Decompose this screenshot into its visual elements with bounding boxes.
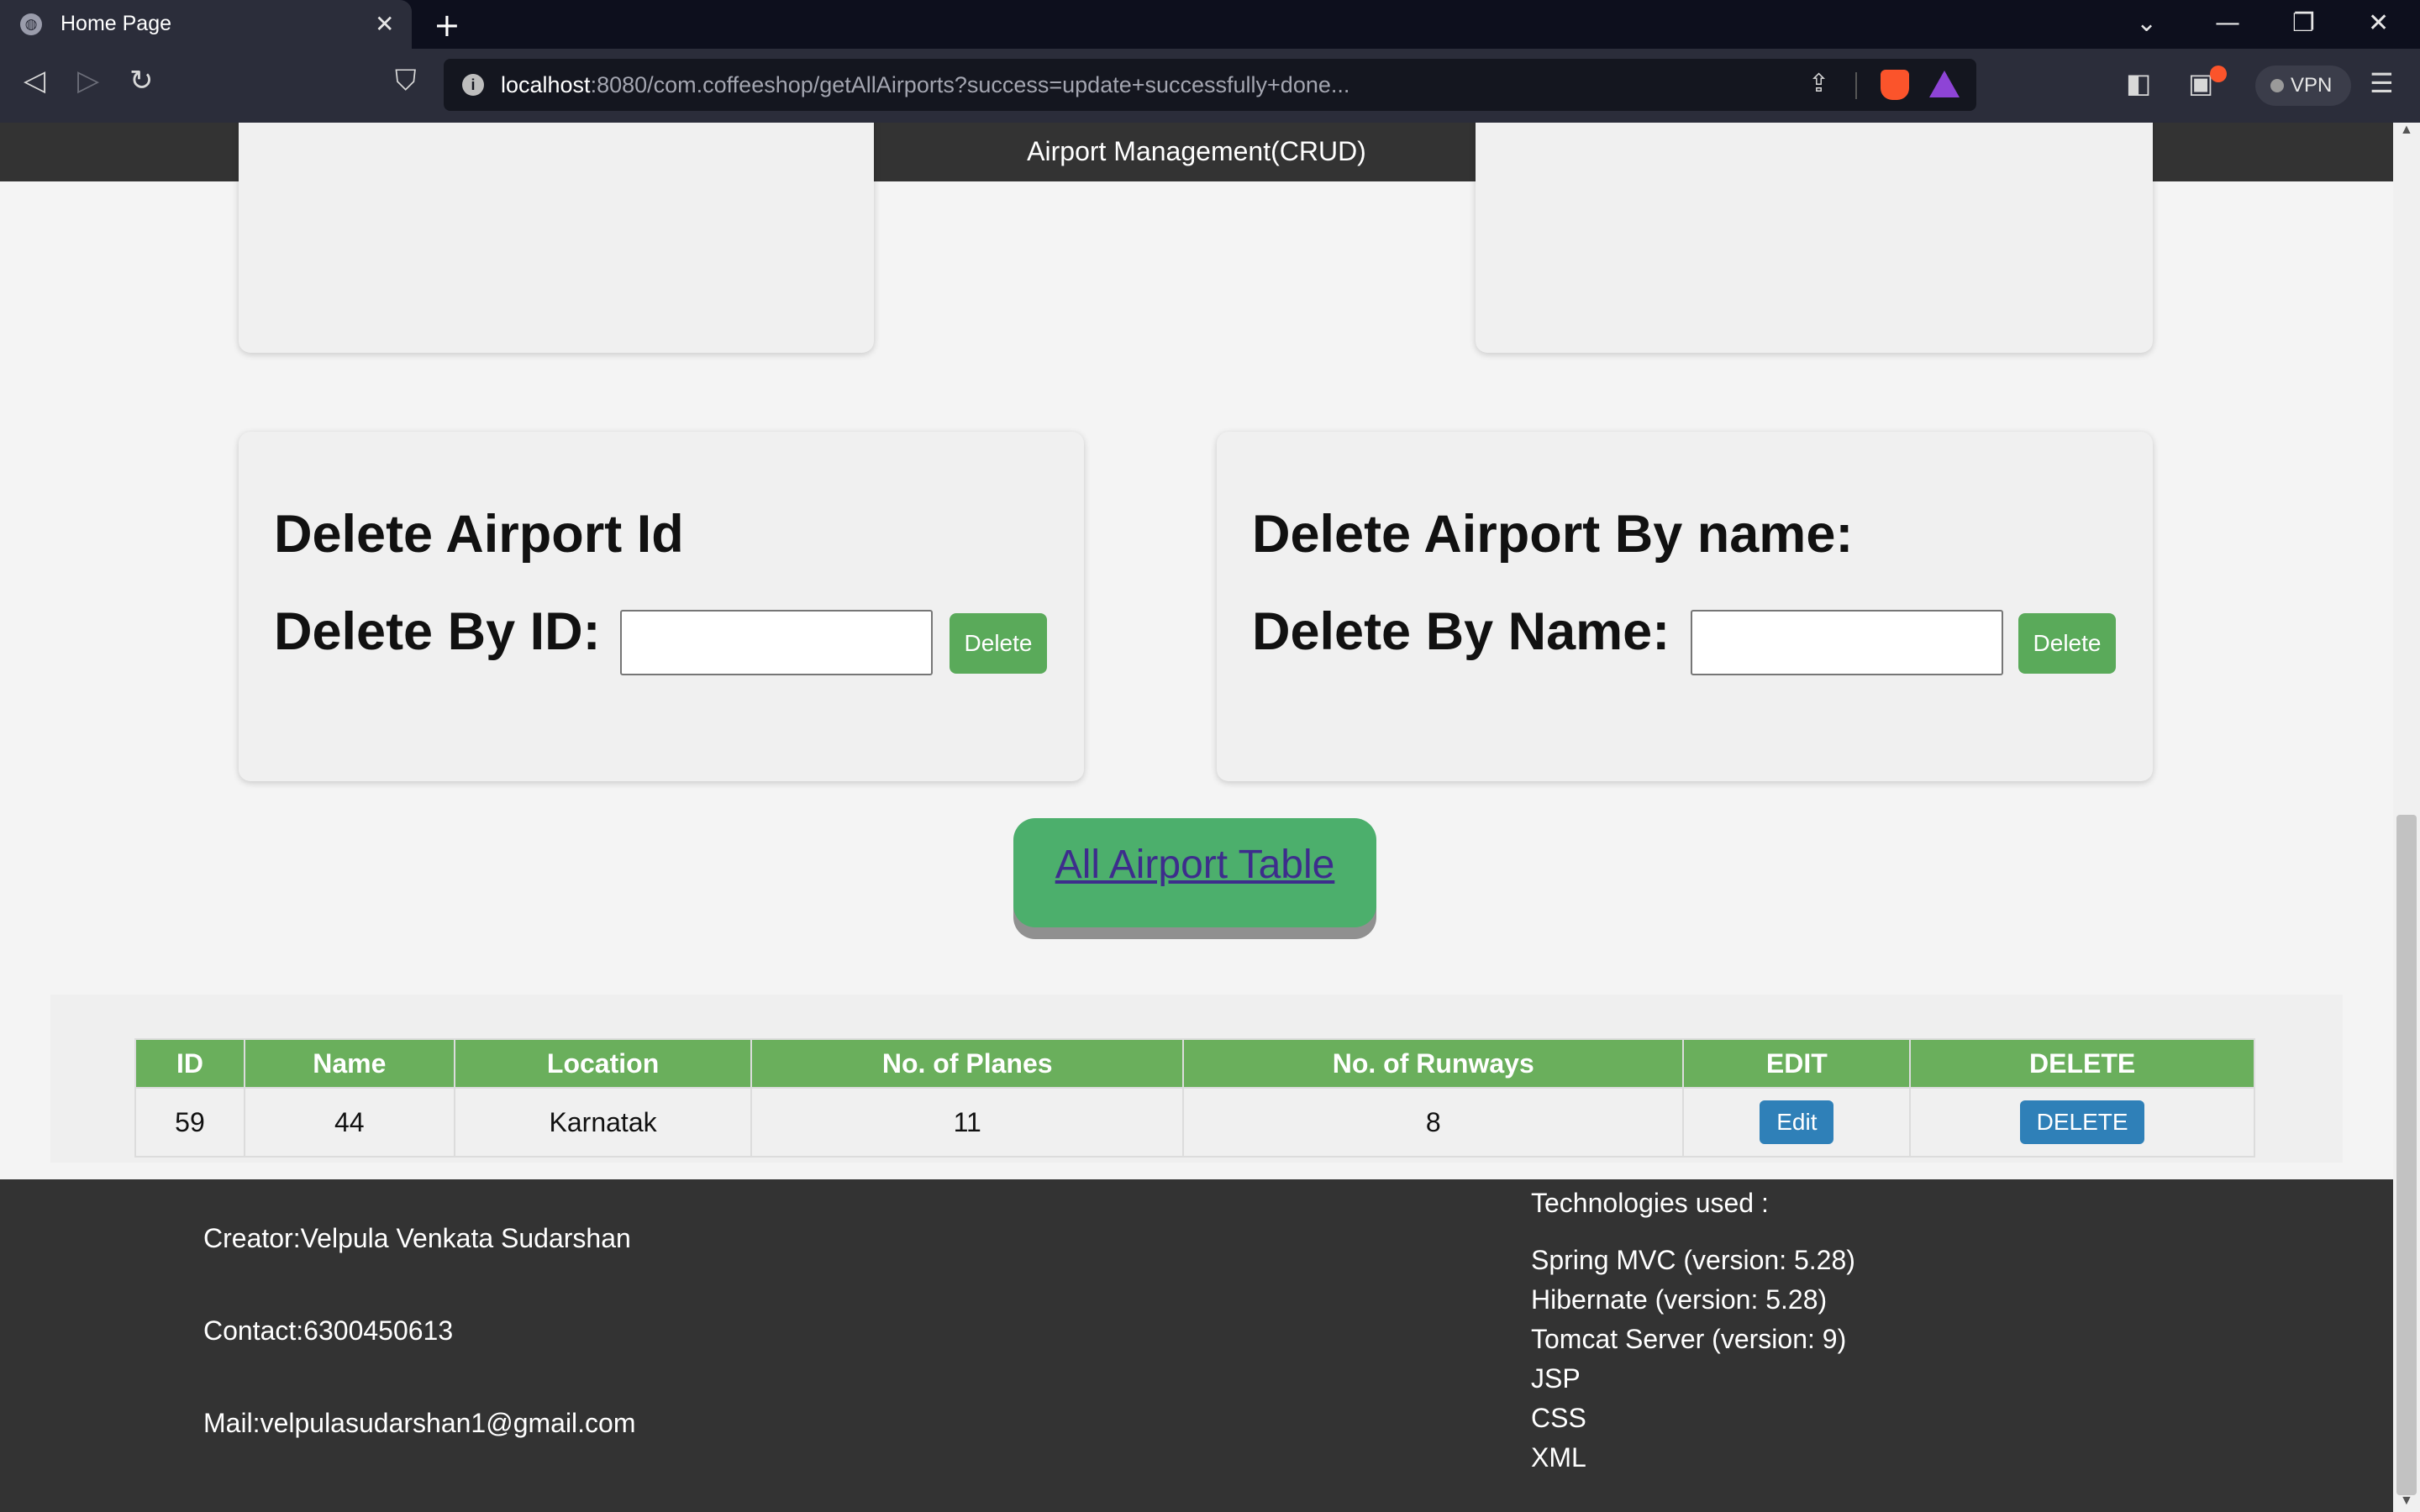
cell-location: Karnatak [453,1087,753,1158]
column-header-name: Name [243,1038,455,1089]
tab-list-chevron-icon[interactable]: ⌄ [2136,8,2157,38]
page-scrollbar[interactable]: ▲ ▼ [2393,123,2420,1512]
brave-shields-icon[interactable] [1881,70,1909,100]
globe-icon: ◍ [20,13,42,35]
footer-contact: Contact:6300450613 [203,1315,454,1346]
scrollbar-thumb[interactable] [2396,815,2417,1495]
share-icon[interactable]: ⇪ [1808,69,1829,98]
all-airport-table-link[interactable]: All Airport Table [1013,818,1376,927]
table-header-row: ID Name Location No. of Planes No. of Ru… [134,1038,2255,1089]
delete-by-name-heading: Delete Airport By name: [1252,505,1854,564]
brave-rewards-icon[interactable] [1929,71,1960,97]
table-row: 59 44 Karnatak 11 8 Edit DELETE [134,1087,2255,1158]
vpn-status-dot [2270,79,2284,92]
delete-row-button[interactable]: DELETE [2020,1100,2145,1144]
column-header-edit: EDIT [1682,1038,1912,1089]
bookmark-icon[interactable]: ⛉ [395,64,417,97]
delete-by-id-button[interactable]: Delete [950,613,1047,674]
notification-dot [2210,66,2227,82]
toolbar-separator [1855,72,1857,99]
footer-tech-item: Tomcat Server (version: 9) [1531,1324,1847,1354]
airport-table-container: ID Name Location No. of Planes No. of Ru… [50,995,2343,1163]
site-info-icon[interactable]: i [462,74,484,96]
delete-id-input[interactable] [620,610,933,675]
footer-mail: Mail:velpulasudarshan1@gmail.com [203,1408,636,1438]
delete-by-id-label: Delete By ID: [274,602,601,661]
forward-icon[interactable]: ▷ [77,64,99,97]
footer-tech-item: XML [1531,1442,1586,1473]
column-header-runways: No. of Runways [1181,1038,1685,1089]
footer-tech-item: Spring MVC (version: 5.28) [1531,1245,1855,1275]
delete-by-id-heading: Delete Airport Id [274,505,684,564]
cell-edit: Edit [1682,1087,1912,1158]
delete-name-input[interactable] [1691,610,2003,675]
url-path: :8080/com.coffeeshop/getAllAirports?succ… [590,72,1350,97]
menu-icon[interactable]: ☰ [2370,67,2394,99]
column-header-id: ID [134,1038,245,1089]
vpn-label: VPN [2291,74,2333,97]
cell-id: 59 [134,1087,245,1158]
delete-by-name-label: Delete By Name: [1252,602,1670,661]
vpn-button[interactable]: VPN [2255,66,2351,106]
browser-toolbar: ◁ ▷ ↻ ⛉ i localhost:8080/com.coffeeshop/… [0,49,2420,123]
footer-tech-item: Hibernate (version: 5.28) [1531,1284,1828,1315]
url-host: localhost [501,72,591,97]
airport-table: ID Name Location No. of Planes No. of Ru… [134,1038,2255,1158]
sidebar-icon[interactable]: ◧ [2126,67,2151,99]
footer-tech-heading: Technologies used : [1531,1188,1769,1218]
cell-runways: 8 [1181,1087,1685,1158]
tab-close-icon[interactable]: ✕ [375,10,394,38]
footer-creator: Creator:Velpula Venkata Sudarshan [203,1223,631,1253]
page-footer: Creator:Velpula Venkata Sudarshan Contac… [0,1179,2393,1512]
minimize-icon[interactable]: — [2215,8,2240,38]
column-header-location: Location [453,1038,753,1089]
new-tab-button[interactable]: + [434,7,460,44]
address-bar[interactable]: i localhost:8080/com.coffeeshop/getAllAi… [444,59,1976,111]
delete-by-id-card: Delete Airport Id Delete By ID: Delete [239,432,1084,781]
browser-tab-bar: ◍ Home Page ✕ + ⌄ — ❐ ✕ [0,0,2420,49]
column-header-delete: DELETE [1909,1038,2255,1089]
footer-tech-item: CSS [1531,1403,1586,1433]
page-viewport: Airport Management(CRUD) Delete Airport … [0,123,2393,1512]
back-icon[interactable]: ◁ [24,64,45,97]
edit-button[interactable]: Edit [1760,1100,1834,1144]
column-header-planes: No. of Planes [750,1038,1184,1089]
restore-icon[interactable]: ❐ [2292,8,2315,38]
url-text[interactable]: localhost:8080/com.coffeeshop/getAllAirp… [501,72,1349,98]
delete-by-name-card: Delete Airport By name: Delete By Name: … [1217,432,2153,781]
window-close-icon[interactable]: ✕ [2368,8,2389,38]
cell-delete: DELETE [1909,1087,2255,1158]
tab-title: Home Page [60,12,172,35]
upper-left-card [239,123,874,353]
reload-icon[interactable]: ↻ [129,64,154,97]
browser-tab[interactable]: ◍ Home Page ✕ [0,0,412,49]
cell-name: 44 [243,1087,455,1158]
scroll-down-icon[interactable]: ▼ [2400,1494,2413,1509]
upper-right-card [1476,123,2153,353]
footer-tech-item: JSP [1531,1363,1581,1394]
scroll-up-icon[interactable]: ▲ [2400,123,2413,138]
delete-by-name-button[interactable]: Delete [2018,613,2116,674]
cell-planes: 11 [750,1087,1184,1158]
